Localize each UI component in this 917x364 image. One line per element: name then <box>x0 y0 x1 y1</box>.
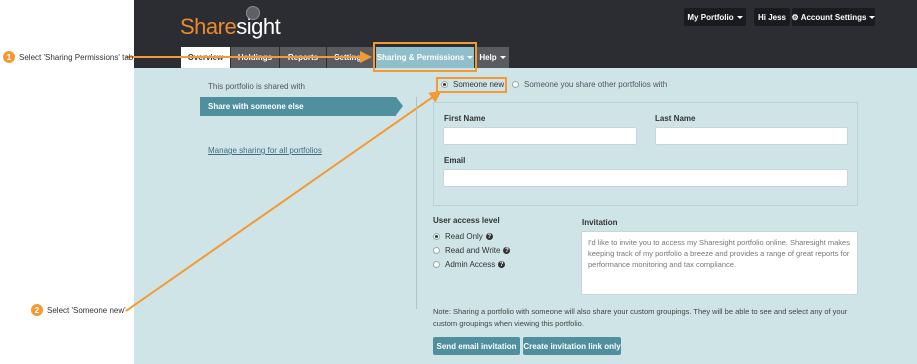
tab-label: Help <box>479 53 497 62</box>
email-field[interactable] <box>443 169 848 187</box>
access-admin[interactable]: Admin Access? <box>433 260 506 269</box>
access-option-label: Admin Access <box>445 260 496 269</box>
tab-reports[interactable]: Reports <box>280 47 326 68</box>
sharesight-logo[interactable]: Sharesight <box>180 14 281 40</box>
invite-form-panel <box>433 102 858 206</box>
chevron-down-icon <box>869 15 876 19</box>
radio-button[interactable] <box>512 81 519 88</box>
custom-groupings-note: Note: Sharing a portfolio with someone w… <box>433 307 848 328</box>
step-1-badge: 1 <box>3 51 15 63</box>
invitation-textarea[interactable]: I'd like to invite you to access my Shar… <box>581 231 858 295</box>
my-portfolio-dropdown[interactable]: My Portfolio <box>684 8 746 26</box>
email-label: Email <box>444 156 466 165</box>
logo-share-text: Share <box>180 14 237 39</box>
access-level-title: User access level <box>433 216 500 225</box>
radio-button-checked[interactable] <box>441 81 448 88</box>
tab-overview[interactable]: Overview <box>181 47 230 68</box>
step-2-badge: 2 <box>31 304 43 316</box>
step-2-number: 2 <box>34 305 40 315</box>
button-label: Send email invitation <box>436 341 517 351</box>
user-greeting[interactable]: Hi Jess <box>754 8 790 26</box>
sidebar-active-pointer <box>396 97 403 115</box>
column-divider <box>416 97 417 309</box>
radio-someone-other[interactable]: Someone you share other portfolios with <box>512 80 667 89</box>
access-read-write[interactable]: Read and Write? <box>433 246 511 255</box>
screenshot-root: Sharesight My Portfolio Hi Jess ⚙ Account… <box>0 0 917 364</box>
my-portfolio-label: My Portfolio <box>687 12 734 22</box>
help-icon[interactable]: ? <box>498 261 506 268</box>
help-icon[interactable]: ? <box>503 247 511 254</box>
tab-help[interactable]: Help <box>476 47 509 68</box>
account-settings-label: Account Settings <box>800 12 867 22</box>
access-option-label: Read and Write <box>445 246 501 255</box>
tab-label: Settings <box>334 53 366 62</box>
button-label: Create invitation link only <box>523 341 621 351</box>
access-read-only[interactable]: Read Only? <box>433 232 493 241</box>
radio-someone-new[interactable]: Someone new <box>441 80 504 89</box>
tab-holdings[interactable]: Holdings <box>231 47 279 68</box>
radio-label: Someone you share other portfolios with <box>524 80 668 89</box>
tab-settings[interactable]: Settings <box>327 47 373 68</box>
logo-mark-icon <box>246 6 260 20</box>
tab-label: Holdings <box>237 53 273 62</box>
gear-icon: ⚙ <box>791 12 799 22</box>
last-name-field[interactable] <box>655 127 848 145</box>
first-name-field[interactable] <box>443 127 637 145</box>
highlight-sharing-tab <box>373 42 477 72</box>
help-icon[interactable]: ? <box>485 233 493 240</box>
first-name-label: First Name <box>444 114 486 123</box>
access-option-label: Read Only <box>445 232 483 241</box>
radio-label: Someone new <box>453 80 505 89</box>
manage-sharing-link[interactable]: Manage sharing for all portfolios <box>208 146 322 155</box>
step-1-text: Select 'Sharing Permissions' tab <box>19 53 134 62</box>
logo-sight-text: sight <box>236 14 281 39</box>
radio-button[interactable] <box>433 261 440 268</box>
tab-label: Overview <box>187 53 224 62</box>
chevron-down-icon <box>499 56 506 59</box>
sidebar-item-label: Share with someone else <box>208 102 304 111</box>
shared-with-label: This portfolio is shared with <box>208 82 305 91</box>
account-settings-dropdown[interactable]: ⚙ Account Settings <box>791 8 876 26</box>
invitation-title: Invitation <box>582 218 618 227</box>
last-name-label: Last Name <box>655 114 696 123</box>
step-1-number: 1 <box>6 52 12 62</box>
tab-label: Reports <box>287 53 319 62</box>
sidebar-item-share-someone-else[interactable]: Share with someone else <box>200 97 396 116</box>
step-2-text: Select 'Someone new' <box>47 306 126 315</box>
radio-button-checked[interactable] <box>433 233 440 240</box>
radio-button[interactable] <box>433 247 440 254</box>
send-email-invitation-button[interactable]: Send email invitation <box>433 337 520 355</box>
chevron-down-icon <box>736 15 743 19</box>
user-greeting-label: Hi Jess <box>757 12 787 22</box>
create-invitation-link-button[interactable]: Create invitation link only <box>523 337 621 355</box>
